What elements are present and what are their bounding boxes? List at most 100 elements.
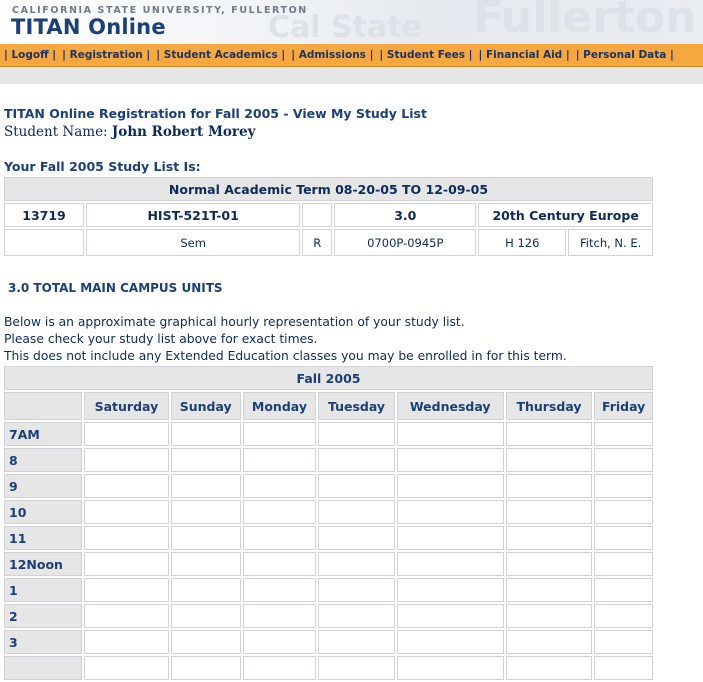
- description-line: This does not include any Extended Educa…: [4, 349, 567, 363]
- schedule-slot: [505, 448, 593, 472]
- day-header-tuesday: Tuesday: [318, 392, 395, 420]
- schedule-slot: [396, 422, 504, 446]
- schedule-caption: Fall 2005: [4, 366, 653, 390]
- schedule-slot: [594, 500, 653, 524]
- schedule-slot: [594, 474, 653, 498]
- schedule-slot: [505, 422, 593, 446]
- nav-financial-aid[interactable]: | Financial Aid |: [478, 49, 569, 61]
- student-name-line: Student Name: John Robert Morey: [4, 123, 703, 141]
- nav-student-academics[interactable]: | Student Academics |: [156, 49, 285, 61]
- schedule-slot: [170, 630, 241, 654]
- schedule-slot: [242, 422, 317, 446]
- hour-label: 2: [4, 604, 82, 628]
- hour-row: 9: [4, 474, 653, 498]
- schedule-slot: [242, 448, 317, 472]
- course-units: 3.0: [334, 203, 477, 227]
- schedule-slot: [505, 604, 593, 628]
- nav-admissions[interactable]: | Admissions |: [291, 49, 373, 61]
- schedule-slot: [84, 552, 169, 576]
- hour-row: 2: [4, 604, 653, 628]
- schedule-slot: [505, 552, 593, 576]
- schedule-slot: [505, 578, 593, 602]
- hour-label: 12Noon: [4, 552, 82, 576]
- day-header-saturday: Saturday: [84, 392, 169, 420]
- student-name-label: Student Name:: [4, 124, 108, 140]
- day-header-friday: Friday: [594, 392, 653, 420]
- schedule-slot: [505, 630, 593, 654]
- hour-row: 12Noon: [4, 552, 653, 576]
- schedule-slot: [318, 474, 395, 498]
- schedule-slot: [84, 578, 169, 602]
- schedule-slot: [242, 500, 317, 524]
- schedule-slot: [505, 500, 593, 524]
- blank-cell: [302, 203, 333, 227]
- schedule-slot: [396, 656, 504, 680]
- titan-online-logo[interactable]: TITAN Online: [11, 15, 166, 39]
- schedule-slot: [396, 474, 504, 498]
- schedule-description: Below is an approximate graphical hourly…: [4, 314, 703, 365]
- schedule-slot: [505, 474, 593, 498]
- schedule-slot: [594, 630, 653, 654]
- schedule-slot: [84, 656, 169, 680]
- schedule-slot: [242, 526, 317, 550]
- schedule-slot: [505, 656, 593, 680]
- schedule-slot: [170, 656, 241, 680]
- table-row: Sem R 0700P-0945P H 126 Fitch, N. E.: [4, 229, 653, 256]
- schedule-slot: [396, 526, 504, 550]
- schedule-slot: [242, 578, 317, 602]
- schedule-slot: [318, 448, 395, 472]
- section-type: Sem: [86, 229, 301, 256]
- schedule-slot: [594, 422, 653, 446]
- schedule-slot: [594, 448, 653, 472]
- total-units: 3.0 TOTAL MAIN CAMPUS UNITS: [8, 281, 223, 295]
- hour-label: [4, 656, 82, 680]
- schedule-slot: [318, 604, 395, 628]
- schedule-slot: [242, 552, 317, 576]
- hour-label: 3: [4, 630, 82, 654]
- schedule-slot: [396, 604, 504, 628]
- schedule-slot: [242, 604, 317, 628]
- nav-registration[interactable]: | Registration |: [62, 49, 150, 61]
- schedule-slot: [318, 656, 395, 680]
- nav-student-fees[interactable]: | Student Fees |: [379, 49, 472, 61]
- schedule-slot: [318, 630, 395, 654]
- day-header-thursday: Thursday: [505, 392, 593, 420]
- hour-label: 9: [4, 474, 82, 498]
- schedule-slot: [84, 500, 169, 524]
- page-title: TITAN Online Registration for Fall 2005 …: [4, 106, 427, 121]
- hour-row: 8: [4, 448, 653, 472]
- main-nav: | Logoff | | Registration | | Student Ac…: [0, 44, 703, 67]
- schedule-slot: [170, 604, 241, 628]
- hour-row: 7AM: [4, 422, 653, 446]
- schedule-slot: [84, 448, 169, 472]
- study-list-heading: Your Fall 2005 Study List Is:: [4, 159, 201, 174]
- schedule-slot: [84, 422, 169, 446]
- hour-row: [4, 656, 653, 680]
- schedule-slot: [505, 526, 593, 550]
- watermark-right: Fullerton: [473, 0, 697, 43]
- day-header-row: Saturday Sunday Monday Tuesday Wednesday Thur…: [4, 392, 653, 420]
- day-header-wednesday: Wednesday: [396, 392, 504, 420]
- schedule-slot: [84, 630, 169, 654]
- hour-label: 7AM: [4, 422, 82, 446]
- hour-label: 1: [4, 578, 82, 602]
- schedule-slot: [170, 422, 241, 446]
- hour-label: 8: [4, 448, 82, 472]
- meeting-time: 0700P-0945P: [334, 229, 477, 256]
- schedule-slot: [318, 552, 395, 576]
- hour-row: 10: [4, 500, 653, 524]
- schedule-slot: [84, 604, 169, 628]
- schedule-slot: [170, 578, 241, 602]
- schedule-slot: [396, 578, 504, 602]
- main-content: TITAN Online Registration for Fall 2005 …: [4, 106, 703, 682]
- schedule-slot: [594, 552, 653, 576]
- class-number: 13719: [4, 203, 84, 227]
- schedule-slot: [396, 552, 504, 576]
- description-line: Below is an approximate graphical hourly…: [4, 315, 465, 329]
- schedule-slot: [594, 526, 653, 550]
- schedule-slot: [170, 500, 241, 524]
- nav-personal-data[interactable]: | Personal Data |: [576, 49, 674, 61]
- schedule-slot: [170, 448, 241, 472]
- nav-logoff[interactable]: | Logoff |: [4, 49, 56, 61]
- schedule-slot: [84, 474, 169, 498]
